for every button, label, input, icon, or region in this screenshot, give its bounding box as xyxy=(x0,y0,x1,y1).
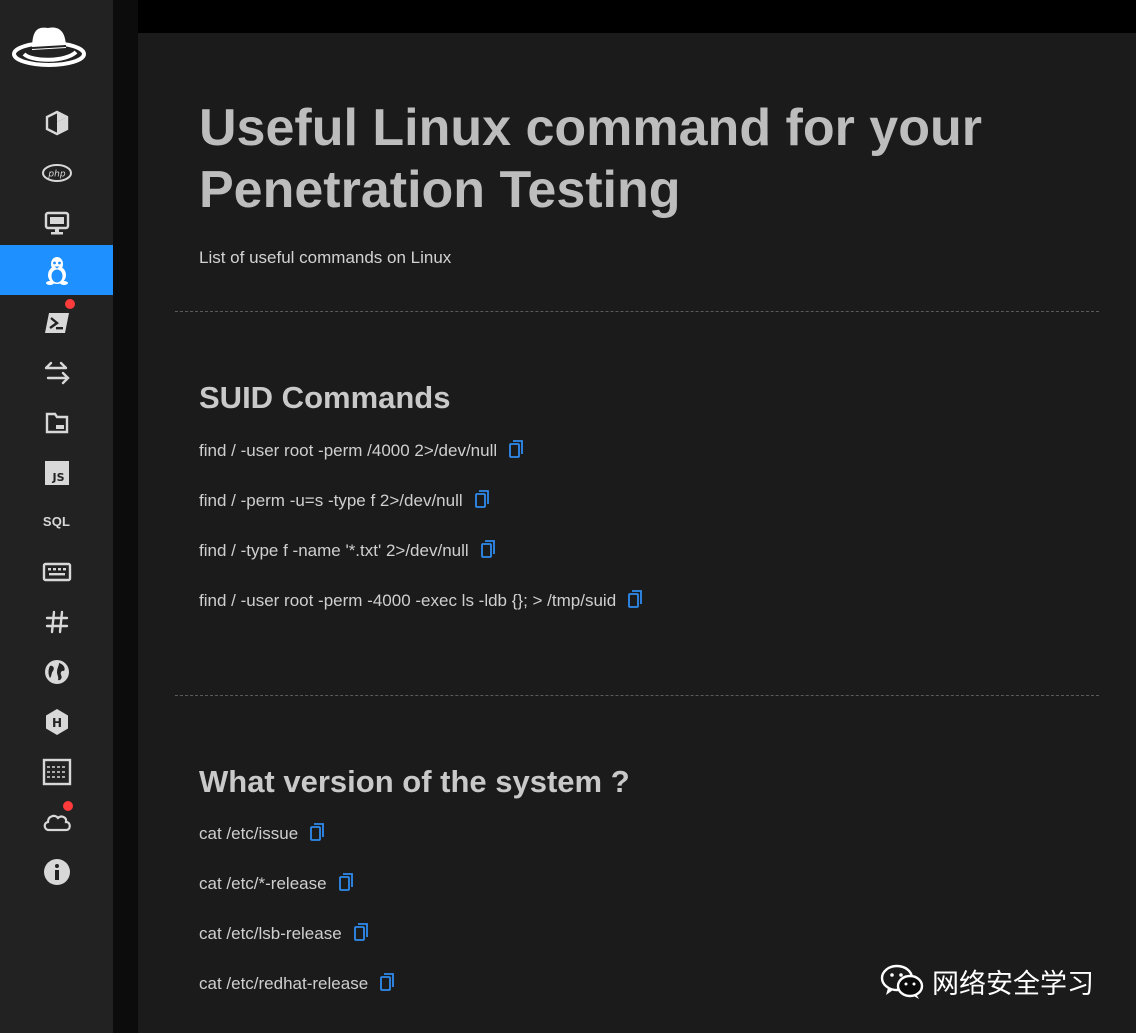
sidebar-item-cube[interactable] xyxy=(0,98,113,148)
command-text[interactable]: find / -perm -u=s -type f 2>/dev/null xyxy=(199,491,463,511)
grid-panel-icon xyxy=(42,758,71,786)
globe-icon xyxy=(44,660,69,684)
sidebar-item-monitor[interactable] xyxy=(0,198,113,248)
command-row: cat /etc/*-release xyxy=(199,872,353,896)
svg-text:H: H xyxy=(51,716,61,730)
section-title-suid: SUID Commands xyxy=(199,380,451,415)
folder-file-icon xyxy=(45,412,68,434)
command-text[interactable]: cat /etc/redhat-release xyxy=(199,974,368,994)
sidebar-item-sql[interactable]: SQL xyxy=(0,496,113,546)
sidebar-item-powershell[interactable] xyxy=(0,298,113,348)
sidebar-item-globe[interactable] xyxy=(0,647,113,697)
command-row: find / -user root -perm -4000 -exec ls -… xyxy=(199,589,643,613)
hexagon-h-icon: H xyxy=(45,709,68,735)
copy-icon[interactable] xyxy=(474,489,489,513)
powershell-icon xyxy=(44,313,69,333)
command-text[interactable]: cat /etc/issue xyxy=(199,824,298,844)
section-title-system-version: What version of the system ? xyxy=(199,764,630,799)
linux-tux-icon xyxy=(45,257,68,285)
command-row: find / -type f -name '*.txt' 2>/dev/null xyxy=(199,539,495,563)
copy-icon[interactable] xyxy=(480,539,495,563)
sidebar-item-keyboard[interactable] xyxy=(0,547,113,597)
copy-icon[interactable] xyxy=(338,872,353,896)
command-row: find / -perm -u=s -type f 2>/dev/null xyxy=(199,489,489,513)
watermark: 网络安全学习 xyxy=(880,962,1094,1001)
sidebar-item-hackthebox[interactable]: H xyxy=(0,697,113,747)
command-text[interactable]: find / -user root -perm -4000 -exec ls -… xyxy=(199,591,616,611)
sidebar-item-php[interactable]: php xyxy=(0,148,113,198)
transfer-arrows-icon xyxy=(44,361,70,385)
top-bar xyxy=(113,0,1136,33)
copy-icon[interactable] xyxy=(353,922,368,946)
section-divider xyxy=(175,695,1099,696)
wechat-icon xyxy=(880,964,924,999)
sidebar-item-info[interactable] xyxy=(0,847,113,897)
sidebar-item-cloud[interactable] xyxy=(0,797,113,847)
copy-icon[interactable] xyxy=(310,822,325,846)
hash-icon xyxy=(45,610,68,634)
command-row: cat /etc/lsb-release xyxy=(199,922,368,946)
monitor-icon xyxy=(44,211,69,235)
php-icon: php xyxy=(41,164,72,182)
page-subtitle: List of useful commands on Linux xyxy=(199,248,452,267)
sidebar-item-javascript[interactable]: JS xyxy=(0,448,113,498)
sidebar-item-file[interactable] xyxy=(0,398,113,448)
command-text[interactable]: find / -user root -perm /4000 2>/dev/nul… xyxy=(199,441,497,461)
sidebar: php JS SQL H xyxy=(0,0,113,1033)
copy-icon[interactable] xyxy=(628,589,643,613)
command-text[interactable]: cat /etc/*-release xyxy=(199,874,327,894)
command-row: cat /etc/issue xyxy=(199,822,325,846)
command-row: find / -user root -perm /4000 2>/dev/nul… xyxy=(199,439,524,463)
watermark-text: 网络安全学习 xyxy=(932,969,1094,999)
section-divider xyxy=(175,311,1099,312)
sql-icon: SQL xyxy=(42,513,71,529)
command-text[interactable]: find / -type f -name '*.txt' 2>/dev/null xyxy=(199,541,469,561)
copy-icon[interactable] xyxy=(380,972,395,996)
svg-text:php: php xyxy=(47,170,65,180)
notification-badge xyxy=(64,298,76,310)
keyboard-icon xyxy=(42,562,71,582)
page-title: Useful Linux command for your Penetratio… xyxy=(199,99,982,219)
copy-icon[interactable] xyxy=(509,439,524,463)
cloud-icon xyxy=(43,814,71,832)
gutter xyxy=(113,0,138,1033)
notification-badge xyxy=(62,800,74,812)
cube-icon xyxy=(45,110,68,136)
info-icon xyxy=(43,859,70,885)
sidebar-item-terminal-grid[interactable] xyxy=(0,747,113,797)
sidebar-item-linux[interactable] xyxy=(0,245,113,295)
command-row: cat /etc/redhat-release xyxy=(199,972,395,996)
sidebar-item-transfer[interactable] xyxy=(0,348,113,398)
svg-text:JS: JS xyxy=(51,471,64,484)
main-content: Useful Linux command for your Penetratio… xyxy=(138,33,1136,1033)
sidebar-item-hash[interactable] xyxy=(0,597,113,647)
hat-logo-icon[interactable] xyxy=(12,18,86,74)
javascript-icon: JS xyxy=(44,461,69,485)
command-text[interactable]: cat /etc/lsb-release xyxy=(199,924,342,944)
